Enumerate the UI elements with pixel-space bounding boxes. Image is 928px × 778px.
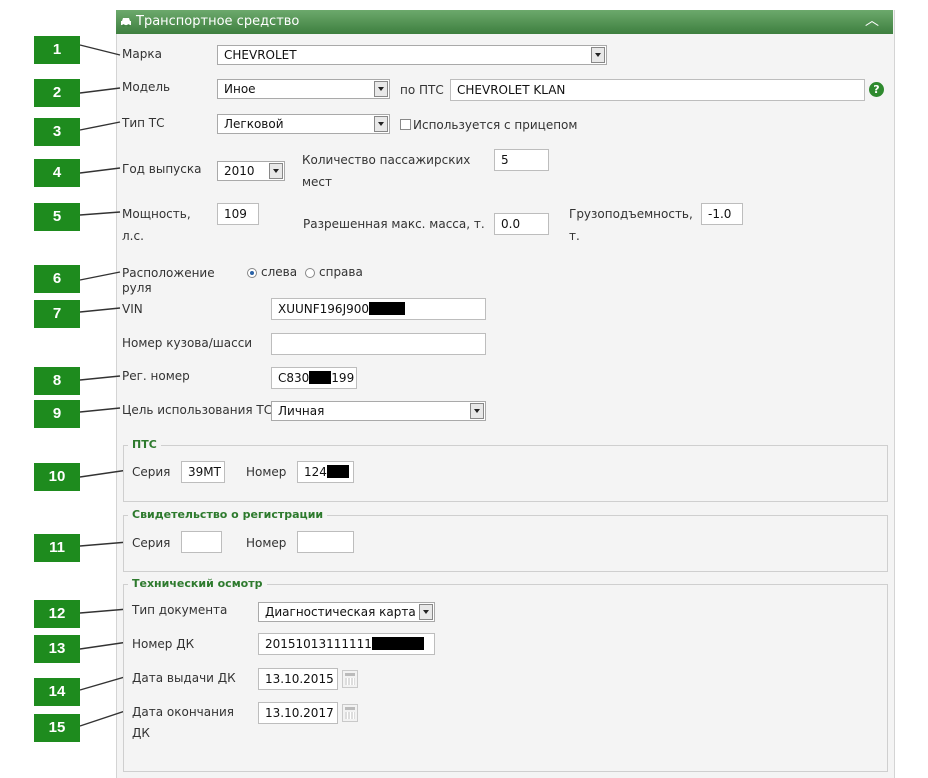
redaction-bar xyxy=(326,465,349,478)
pts-model-input[interactable]: CHEVROLET KLAN xyxy=(450,79,865,101)
issue-date-input[interactable]: 13.10.2015 xyxy=(258,668,338,690)
dropdown-arrow-icon[interactable] xyxy=(591,47,605,63)
year-label: Год выпуска xyxy=(122,162,202,176)
dropdown-arrow-icon[interactable] xyxy=(419,604,433,620)
callout-badge: 15 xyxy=(34,714,80,742)
reg-cert-legend: Свидетельство о регистрации xyxy=(128,508,328,522)
wheel-right-label: справа xyxy=(319,265,363,279)
year-select[interactable]: 2010 xyxy=(217,161,285,181)
dropdown-arrow-icon[interactable] xyxy=(374,81,388,97)
doc-type-label: Тип документа xyxy=(132,603,228,617)
reg-label: Рег. номер xyxy=(122,369,190,383)
cert-series-label: Серия xyxy=(132,536,171,550)
reg-value-start: C830 xyxy=(278,371,310,385)
calendar-icon[interactable] xyxy=(342,670,358,688)
capacity-label: Грузоподъемность, xyxy=(569,207,693,221)
make-select[interactable]: CHEVROLET xyxy=(217,45,607,65)
callout-badge: 12 xyxy=(34,600,80,628)
reg-value-end: 199 xyxy=(331,371,355,385)
end-date-label: Дата окончания xyxy=(132,705,234,719)
dk-number-value: 20151013111111 xyxy=(265,637,372,651)
callout-badge: 10 xyxy=(34,463,80,491)
pts-legend: ПТС xyxy=(128,438,161,452)
callout-badge: 5 xyxy=(34,203,80,231)
callout-badge: 7 xyxy=(34,300,80,328)
make-label: Марка xyxy=(122,47,162,61)
type-value: Легковой xyxy=(224,117,284,131)
redaction-bar xyxy=(369,302,406,315)
inspection-fieldset xyxy=(123,584,888,772)
cert-series-input[interactable] xyxy=(181,531,222,553)
purpose-value: Личная xyxy=(278,404,325,418)
max-mass-input[interactable]: 0.0 xyxy=(494,213,549,235)
year-value: 2010 xyxy=(224,164,255,178)
callout-badge: 14 xyxy=(34,678,80,706)
model-label: Модель xyxy=(122,80,171,94)
pts-fieldset xyxy=(123,445,888,502)
make-value: CHEVROLET xyxy=(224,48,297,62)
callout-badge: 11 xyxy=(34,534,80,562)
max-mass-label: Разрешенная макс. масса, т. xyxy=(303,217,485,231)
vin-label: VIN xyxy=(122,302,143,316)
vin-input[interactable]: XUUNF196J900 xyxy=(271,298,486,320)
callout-badge: 9 xyxy=(34,400,80,428)
dropdown-arrow-icon[interactable] xyxy=(470,403,484,419)
redaction-bar xyxy=(309,371,332,384)
doc-type-value: Диагностическая карта xyxy=(265,605,416,619)
vin-value: XUUNF196J900 xyxy=(278,302,370,316)
reg-cert-fieldset xyxy=(123,515,888,572)
model-value: Иное xyxy=(224,82,256,96)
pts-number-label: Номер xyxy=(246,465,287,479)
callout-badge: 2 xyxy=(34,79,80,107)
cert-number-input[interactable] xyxy=(297,531,354,553)
doc-type-select[interactable]: Диагностическая карта xyxy=(258,602,435,622)
callout-badge: 13 xyxy=(34,635,80,663)
body-label: Номер кузова/шасси xyxy=(122,336,253,350)
calendar-icon[interactable] xyxy=(342,704,358,722)
wheel-left-label: слева xyxy=(261,265,298,279)
dk-number-label: Номер ДК xyxy=(132,637,195,651)
pts-series-label: Серия xyxy=(132,465,171,479)
issue-date-label: Дата выдачи ДК xyxy=(132,671,236,685)
callout-badge: 6 xyxy=(34,265,80,293)
power-label: Мощность, xyxy=(122,207,191,221)
body-input[interactable] xyxy=(271,333,486,355)
dropdown-arrow-icon[interactable] xyxy=(269,163,283,179)
type-label: Тип ТС xyxy=(122,116,165,130)
redaction-bar xyxy=(371,637,424,650)
wheel-left-radio[interactable] xyxy=(247,268,257,278)
dk-number-input[interactable]: 20151013111111 xyxy=(258,633,435,655)
callout-badge: 4 xyxy=(34,159,80,187)
wheel-right-radio[interactable] xyxy=(305,268,315,278)
pts-series-input[interactable]: 39МТ xyxy=(181,461,225,483)
power-label-line2: л.с. xyxy=(122,229,144,243)
trailer-label: Используется с прицепом xyxy=(413,118,578,132)
dropdown-arrow-icon[interactable] xyxy=(374,116,388,132)
trailer-checkbox[interactable] xyxy=(400,119,411,130)
seats-label: Количество пассажирских xyxy=(302,153,471,167)
pts-number-input[interactable]: 124 xyxy=(297,461,354,483)
capacity-input[interactable]: -1.0 xyxy=(701,203,743,225)
type-select[interactable]: Легковой xyxy=(217,114,390,134)
purpose-select[interactable]: Личная xyxy=(271,401,486,421)
end-date-input[interactable]: 13.10.2017 xyxy=(258,702,338,724)
end-date-label-line2: ДК xyxy=(132,726,150,740)
cert-number-label: Номер xyxy=(246,536,287,550)
inspection-legend: Технический осмотр xyxy=(128,577,267,591)
power-input[interactable]: 109 xyxy=(217,203,259,225)
callout-badge: 8 xyxy=(34,367,80,395)
capacity-label-line2: т. xyxy=(569,229,580,243)
model-select[interactable]: Иное xyxy=(217,79,390,99)
help-icon[interactable]: ? xyxy=(869,82,884,97)
seats-input[interactable]: 5 xyxy=(494,149,549,171)
reg-input[interactable]: C830 199 xyxy=(271,367,357,389)
pts-number-value: 124 xyxy=(304,465,327,479)
callout-badge: 3 xyxy=(34,118,80,146)
wheel-label-line2: руля xyxy=(122,281,152,295)
pts-model-label: по ПТС xyxy=(400,83,444,97)
purpose-label: Цель использования ТС xyxy=(122,403,273,417)
callout-badge: 1 xyxy=(34,36,80,64)
seats-label-line2: мест xyxy=(302,175,333,189)
